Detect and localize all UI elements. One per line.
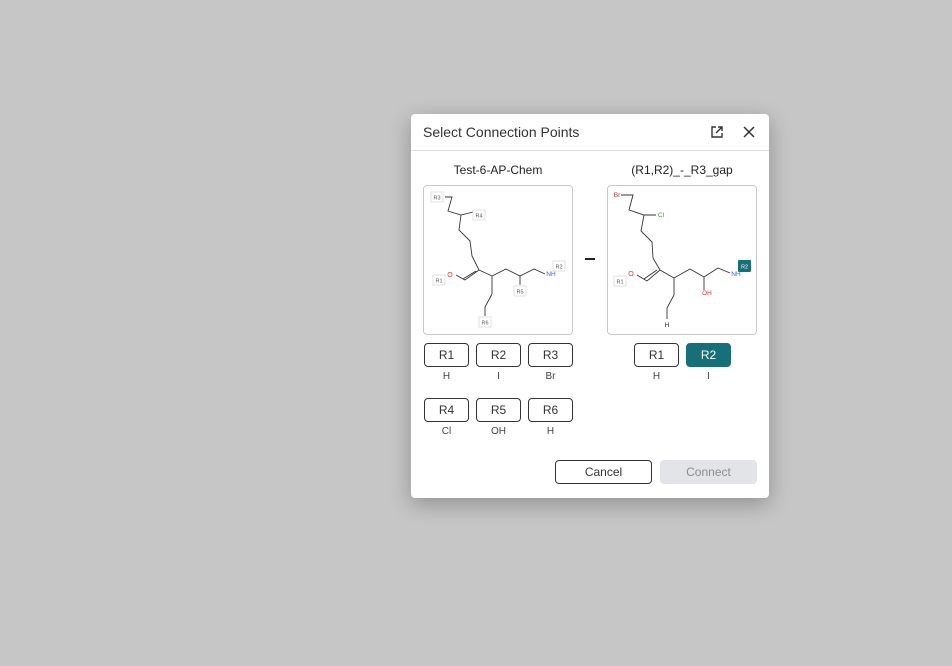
svg-text:R1: R1 (616, 280, 623, 286)
connect-button[interactable]: Connect (660, 460, 757, 484)
left-rgroup-r1-button[interactable]: R1 (424, 343, 469, 367)
close-button[interactable] (739, 122, 759, 142)
svg-text:R6: R6 (481, 321, 488, 327)
svg-text:Br: Br (614, 192, 621, 199)
svg-text:NH: NH (731, 271, 741, 278)
svg-text:R3: R3 (433, 196, 440, 202)
right-molecule-drawing: Br Cl O NH OH H R1 R2 (613, 192, 751, 329)
svg-text:R2: R2 (741, 265, 748, 271)
svg-text:R5: R5 (516, 290, 523, 296)
right-rgroup-r2-button[interactable]: R2 (686, 343, 731, 367)
right-rgroup-r2-value: I (707, 371, 710, 382)
svg-text:O: O (447, 272, 453, 279)
left-molecule-structure: O NH R3 R4 R1 R2 R5 R6 (423, 185, 573, 335)
open-in-new-button[interactable] (707, 122, 727, 142)
select-connection-points-dialog: Select Connection Points Test-6-AP-Chem (411, 114, 769, 498)
cancel-button[interactable]: Cancel (555, 460, 652, 484)
open-in-new-icon (711, 126, 723, 138)
svg-text:Cl: Cl (658, 212, 665, 219)
left-rgroup-r1-value: H (442, 371, 451, 382)
right-rgroup-r1-value: H (652, 371, 661, 382)
right-rgroup-r1-button[interactable]: R1 (634, 343, 679, 367)
right-molecule-structure: Br Cl O NH OH H R1 R2 (607, 185, 757, 335)
svg-text:OH: OH (702, 290, 712, 297)
dialog-title: Select Connection Points (423, 124, 580, 140)
dialog-header: Select Connection Points (411, 114, 769, 151)
close-icon (743, 126, 755, 138)
left-rgroup-r3-button[interactable]: R3 (528, 343, 573, 367)
svg-text:O: O (628, 271, 634, 278)
left-molecule-name: Test-6-AP-Chem (453, 163, 543, 177)
svg-text:H: H (665, 322, 670, 329)
left-rgroup-r2-button[interactable]: R2 (476, 343, 521, 367)
left-rgroup-r6-button[interactable]: R6 (528, 398, 573, 422)
left-rgroup-r5-value: OH (491, 426, 506, 437)
left-rgroup-r5-button[interactable]: R5 (476, 398, 521, 422)
left-rgroup-r4-value: Cl (441, 426, 452, 437)
left-molecule-drawing: O NH R3 R4 R1 R2 R5 R6 (430, 191, 566, 328)
svg-text:NH: NH (546, 271, 556, 278)
svg-text:R1: R1 (435, 279, 442, 285)
left-rgroup-r6-value: H (546, 426, 555, 437)
right-molecule-name: (R1,R2)_-_R3_gap (631, 163, 733, 177)
left-rgroup-r4-button[interactable]: R4 (424, 398, 469, 422)
left-rgroup-r3-value: Br (545, 371, 556, 382)
left-rgroup-r2-value: I (497, 371, 500, 382)
svg-text:R2: R2 (555, 265, 562, 271)
svg-text:R4: R4 (475, 214, 482, 220)
minus-separator (585, 258, 595, 260)
